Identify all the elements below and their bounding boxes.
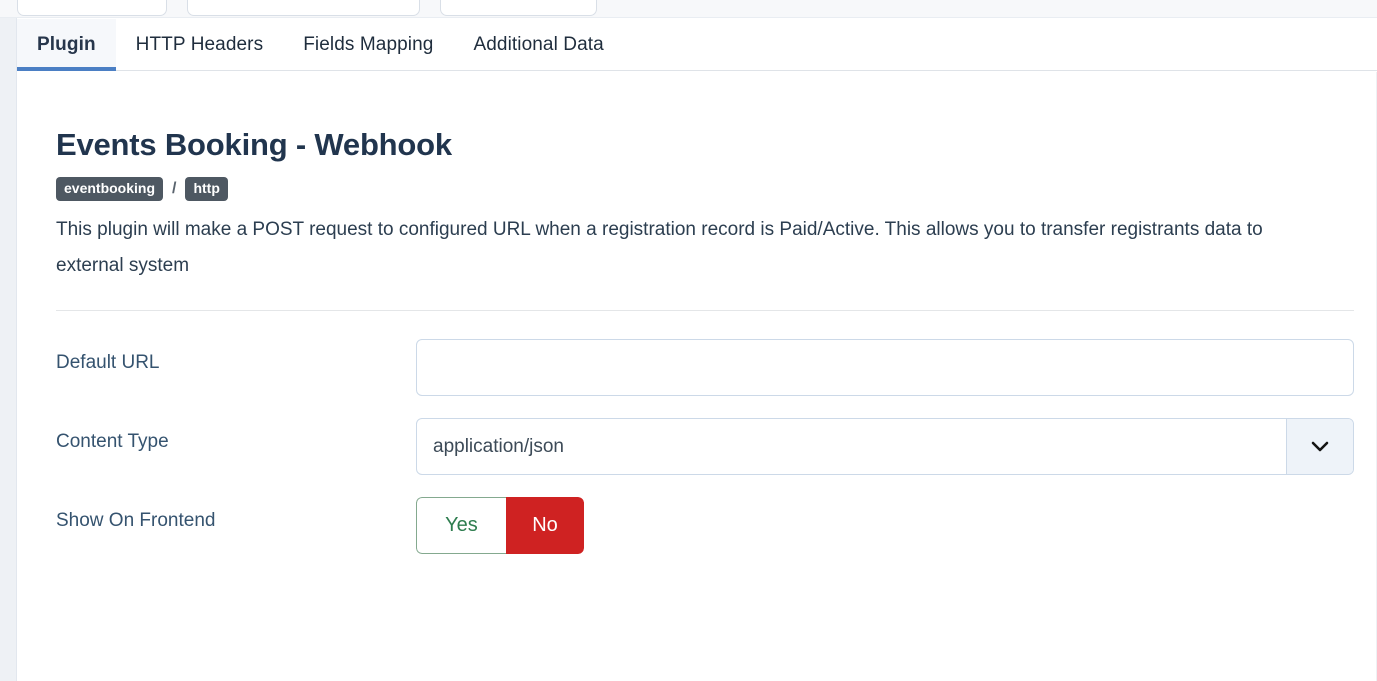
content-type-select[interactable]: application/json	[416, 417, 1354, 475]
control-default-url	[416, 338, 1354, 396]
plugin-panel-inner: Events Booking - Webhook eventbooking / …	[18, 72, 1376, 554]
top-card-3[interactable]	[440, 0, 597, 16]
control-content-type: application/json	[416, 417, 1354, 475]
tab-additional-data-label: Additional Data	[473, 33, 604, 55]
tab-bar: Plugin HTTP Headers Fields Mapping Addit…	[17, 19, 1377, 71]
label-content-type: Content Type	[56, 430, 169, 452]
label-default-url: Default URL	[56, 351, 160, 373]
top-cards-row	[0, 0, 1377, 18]
top-card-1[interactable]	[17, 0, 167, 16]
tab-additional-data[interactable]: Additional Data	[453, 19, 623, 70]
tab-fields-mapping-label: Fields Mapping	[303, 33, 434, 55]
plugin-settings-page: Plugin HTTP Headers Fields Mapping Addit…	[0, 0, 1377, 681]
field-row-content-type: Content Type application/json	[56, 417, 1354, 475]
control-show-on-frontend: Yes No	[416, 496, 1354, 554]
page-title: Events Booking - Webhook	[56, 127, 452, 162]
show-on-frontend-no-button[interactable]: No	[506, 496, 584, 554]
plugin-description: This plugin will make a POST request to …	[56, 219, 1263, 277]
plugin-badges: eventbooking / http	[56, 177, 1354, 202]
label-show-on-frontend: Show On Frontend	[56, 509, 216, 531]
tab-http-headers[interactable]: HTTP Headers	[116, 19, 284, 70]
badge-folder: eventbooking	[56, 177, 164, 202]
left-rail	[0, 18, 17, 681]
top-card-2[interactable]	[187, 0, 420, 16]
field-row-show-on-frontend: Show On Frontend Yes No	[56, 496, 1354, 554]
plugin-panel: Events Booking - Webhook eventbooking / …	[18, 72, 1377, 681]
tab-plugin-label: Plugin	[37, 33, 96, 55]
content-type-selected-value: application/json	[433, 435, 564, 457]
plugin-settings-form: Default URL Content Type application/jso…	[56, 338, 1354, 554]
default-url-input[interactable]	[416, 338, 1354, 396]
chevron-down-icon[interactable]	[1286, 418, 1353, 474]
field-row-default-url: Default URL	[56, 338, 1354, 396]
show-on-frontend-yes-button[interactable]: Yes	[416, 496, 506, 554]
section-divider	[56, 309, 1354, 311]
badge-type: http	[185, 177, 228, 202]
badge-separator: /	[172, 180, 177, 198]
tab-http-headers-label: HTTP Headers	[135, 33, 264, 55]
tab-plugin[interactable]: Plugin	[17, 19, 116, 71]
show-on-frontend-toggle: Yes No	[416, 496, 584, 554]
tab-fields-mapping[interactable]: Fields Mapping	[283, 19, 453, 70]
